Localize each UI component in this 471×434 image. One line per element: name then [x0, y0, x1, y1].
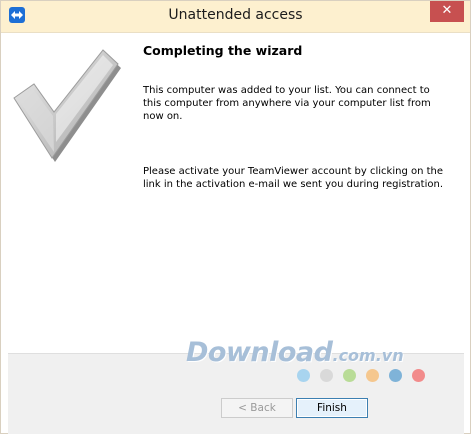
activation-text: Please activate your TeamViewer account …	[143, 166, 444, 190]
confirmation-text: This computer was added to your list. Yo…	[143, 85, 431, 122]
watermark-dots	[297, 369, 427, 383]
wizard-heading: Completing the wizard	[143, 43, 303, 58]
watermark-dot	[297, 369, 310, 382]
wizard-content: Completing the wizard This computer was …	[8, 33, 464, 353]
watermark-main: Download	[186, 337, 333, 368]
close-icon: ✕	[441, 3, 453, 18]
close-button[interactable]: ✕	[430, 1, 464, 22]
back-button[interactable]: < Back	[221, 398, 293, 418]
watermark-dot	[389, 369, 402, 382]
finish-button[interactable]: Finish	[296, 398, 368, 418]
watermark-dot	[320, 369, 333, 382]
watermark-dot	[412, 369, 425, 382]
watermark-tld: .com.vn	[332, 346, 404, 365]
title-bar[interactable]: Unattended access ✕	[1, 1, 470, 33]
window-title: Unattended access	[168, 7, 303, 23]
watermark-dot	[343, 369, 356, 382]
watermark: Download.com.vn	[186, 337, 404, 368]
wizard-window: Unattended access ✕ Completing the wizar…	[0, 0, 471, 434]
checkmark-icon	[13, 49, 121, 162]
watermark-dot	[366, 369, 379, 382]
